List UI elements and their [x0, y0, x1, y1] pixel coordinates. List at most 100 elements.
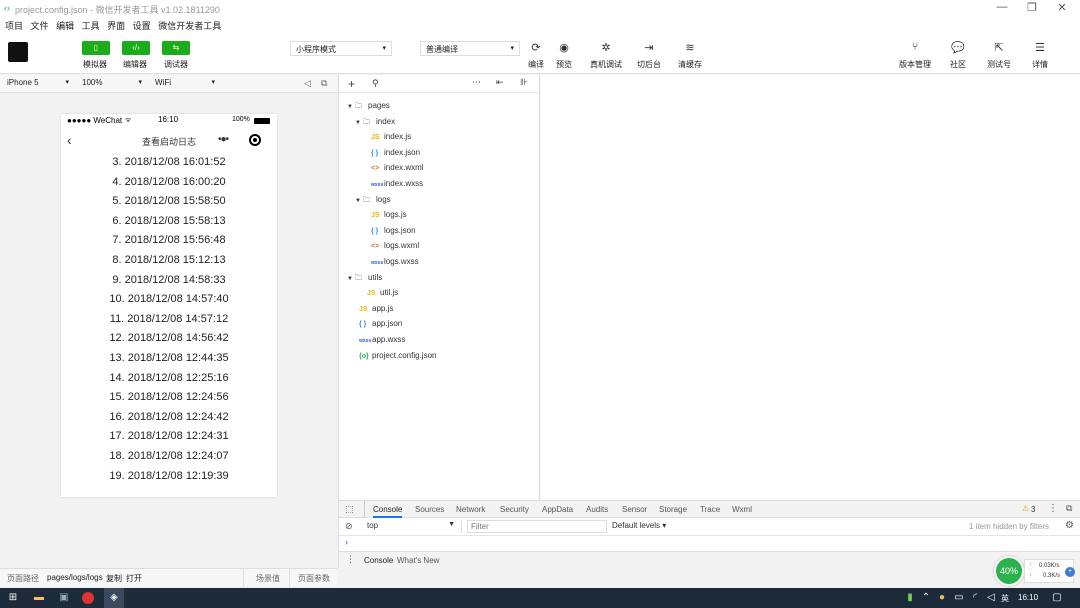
- minimize-button[interactable]: —: [988, 1, 1016, 13]
- maximize-button[interactable]: ❐: [1018, 1, 1046, 14]
- file-explorer-icon[interactable]: ▬: [32, 591, 46, 605]
- collapse-icon[interactable]: ⇤: [496, 77, 504, 88]
- compile-icon[interactable]: ⟳: [521, 41, 551, 54]
- details-icon[interactable]: ☰: [1025, 41, 1055, 54]
- drawer-menu-icon[interactable]: ⋮: [346, 554, 355, 565]
- tree-file[interactable]: <> index.wxml: [363, 163, 424, 172]
- tree-file[interactable]: wxsslogs.wxss: [363, 257, 419, 266]
- kebab-menu-icon[interactable]: ⋮: [1048, 503, 1058, 514]
- menu-edit[interactable]: 编辑: [56, 19, 74, 32]
- mode-select[interactable]: 小程序模式 ▾: [290, 41, 392, 56]
- context-select[interactable]: top ▼: [365, 520, 457, 533]
- log-levels-select[interactable]: Default levels ▾: [612, 521, 666, 530]
- speed-widget-icon[interactable]: +: [1065, 567, 1075, 577]
- search-icon[interactable]: ⚲: [372, 78, 379, 89]
- drawer-tab-console[interactable]: Console: [364, 556, 393, 565]
- clock[interactable]: 16:10: [1018, 593, 1038, 602]
- tree-folder[interactable]: ▼ 🗀 logs: [355, 195, 391, 207]
- tree-file[interactable]: <> logs.wxml: [363, 241, 419, 250]
- community-button[interactable]: 社区: [938, 59, 978, 70]
- tab-sources[interactable]: Sources: [415, 505, 444, 514]
- editor-toggle-button[interactable]: ‹/›: [122, 41, 150, 55]
- device-model-select[interactable]: iPhone 5 ▾: [7, 78, 69, 87]
- popout-icon[interactable]: ⧉: [321, 78, 327, 89]
- tree-file[interactable]: JS app.js: [351, 304, 393, 313]
- tree-file[interactable]: JS index.js: [363, 132, 411, 141]
- tree-file[interactable]: JS util.js: [359, 288, 398, 297]
- tab-console[interactable]: Console: [373, 505, 403, 518]
- more-icon[interactable]: •●•: [218, 134, 229, 145]
- avatar[interactable]: [8, 42, 28, 62]
- zoom-select[interactable]: 100% ▾: [82, 78, 142, 87]
- test-account-button[interactable]: 测试号: [979, 59, 1019, 70]
- tab-sensor[interactable]: Sensor: [622, 505, 647, 514]
- tab-wxml[interactable]: Wxml: [732, 505, 752, 514]
- tab-appdata[interactable]: AppData: [542, 505, 573, 514]
- console-prompt[interactable]: ›: [339, 536, 1080, 551]
- preview-button[interactable]: 预览: [544, 59, 584, 70]
- details-button[interactable]: 详情: [1020, 59, 1060, 70]
- warning-count[interactable]: 3: [1031, 505, 1035, 514]
- close-capsule-icon[interactable]: [249, 134, 261, 146]
- background-icon[interactable]: ⇥: [634, 41, 664, 54]
- clear-cache-icon[interactable]: ≋: [675, 41, 705, 54]
- scene-value-button[interactable]: 场景值: [256, 573, 280, 584]
- simulator-toggle-button[interactable]: ▯: [82, 41, 110, 55]
- tree-file[interactable]: { } index.json: [363, 148, 420, 157]
- tab-security[interactable]: Security: [500, 505, 529, 514]
- tree-file[interactable]: wxssapp.wxss: [351, 335, 405, 344]
- add-file-icon[interactable]: +: [348, 77, 355, 91]
- preview-icon[interactable]: ◉: [549, 41, 579, 54]
- wifi-icon[interactable]: ◜: [968, 591, 982, 605]
- clear-console-icon[interactable]: ⊘: [345, 521, 353, 532]
- split-icon[interactable]: ⊪: [520, 77, 528, 88]
- tray-app-icon[interactable]: ●: [935, 591, 949, 605]
- debugger-toggle-button[interactable]: ⇆: [162, 41, 190, 55]
- app-icon[interactable]: ▣: [57, 591, 71, 605]
- menu-project[interactable]: 项目: [5, 19, 23, 32]
- tree-file[interactable]: {o} project.config.json: [351, 351, 436, 360]
- tab-trace[interactable]: Trace: [700, 505, 720, 514]
- drawer-tab-whats-new[interactable]: What's New: [397, 556, 439, 565]
- tab-storage[interactable]: Storage: [659, 505, 687, 514]
- volume-icon[interactable]: ◁: [984, 591, 998, 605]
- filter-input[interactable]: [467, 520, 607, 533]
- tree-file[interactable]: wxssindex.wxss: [363, 179, 423, 188]
- menu-tools[interactable]: 工具: [82, 19, 100, 32]
- tree-folder[interactable]: ▼ 🗀 pages: [347, 101, 390, 113]
- remote-debug-button[interactable]: 真机调试: [586, 59, 626, 70]
- more-icon[interactable]: ⋯: [472, 77, 481, 88]
- chrome-icon[interactable]: [82, 592, 94, 604]
- memory-percent-badge[interactable]: 40%: [994, 556, 1024, 586]
- gear-icon[interactable]: ⚙: [1065, 520, 1074, 531]
- version-control-button[interactable]: 版本管理: [895, 59, 935, 70]
- tree-folder[interactable]: ▼ 🗀 index: [355, 117, 395, 129]
- menu-settings[interactable]: 设置: [133, 19, 151, 32]
- tree-file[interactable]: { } app.json: [351, 319, 402, 328]
- copy-path-link[interactable]: 复制: [106, 573, 122, 584]
- menu-devtools[interactable]: 微信开发者工具: [158, 19, 221, 32]
- background-button[interactable]: 切后台: [629, 59, 669, 70]
- power-icon[interactable]: ▭: [952, 591, 966, 605]
- tree-file[interactable]: { } logs.json: [363, 226, 416, 235]
- tree-file[interactable]: JS logs.js: [363, 210, 407, 219]
- tab-audits[interactable]: Audits: [586, 505, 608, 514]
- wechat-devtools-icon[interactable]: ◈: [104, 588, 124, 608]
- tab-network[interactable]: Network: [456, 505, 485, 514]
- compile-select[interactable]: 普通编译 ▾: [420, 41, 520, 56]
- dock-icon[interactable]: ⧉: [1066, 503, 1072, 514]
- community-icon[interactable]: 💬: [943, 41, 973, 54]
- version-control-icon[interactable]: ⑂: [900, 41, 930, 53]
- open-path-link[interactable]: 打开: [126, 573, 142, 584]
- clear-cache-button[interactable]: 清缓存: [670, 59, 710, 70]
- tree-folder[interactable]: ▼ 🗀 utils: [347, 273, 382, 285]
- close-button[interactable]: ✕: [1048, 1, 1076, 14]
- volume-icon[interactable]: ◁: [304, 78, 311, 89]
- network-select[interactable]: WiFi ▾: [155, 78, 215, 87]
- notification-icon[interactable]: ▢: [1050, 591, 1064, 605]
- ime-indicator[interactable]: 英: [1001, 593, 1009, 604]
- windows-start-icon[interactable]: ⊞: [6, 591, 20, 605]
- tray-expand-icon[interactable]: ⌃: [919, 591, 933, 605]
- menu-view[interactable]: 界面: [107, 19, 125, 32]
- menu-file[interactable]: 文件: [31, 19, 49, 32]
